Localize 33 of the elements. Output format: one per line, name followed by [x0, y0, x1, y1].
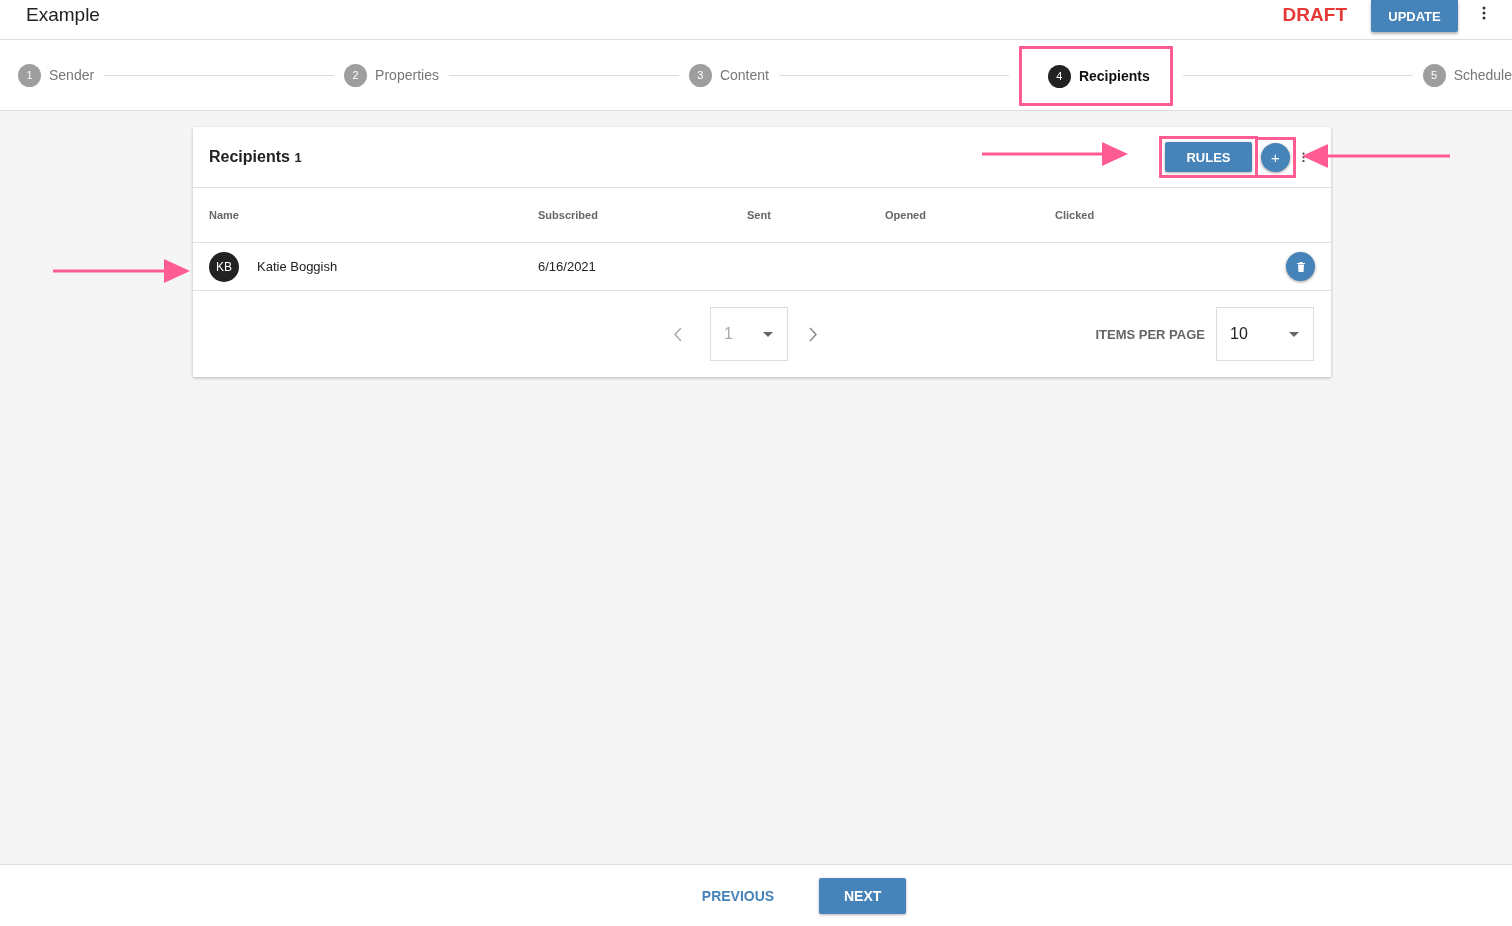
caret-icon	[1289, 331, 1299, 337]
chevron-left-icon	[673, 326, 682, 342]
column-header: Subscribed	[538, 209, 599, 221]
column-header: Opened	[885, 209, 927, 221]
items-per-page-select[interactable]: 10	[1216, 307, 1314, 361]
rules-button[interactable]: RULES	[1165, 142, 1252, 172]
caret-icon	[763, 331, 773, 337]
step-tab[interactable]: 4 Recipients	[1047, 64, 1150, 88]
update-button[interactable]: UPDATE	[1371, 0, 1458, 32]
trash-icon	[1296, 261, 1305, 272]
more-icon	[1482, 6, 1486, 20]
column-header: Clicked	[1055, 209, 1096, 221]
add-button[interactable]: +	[1261, 142, 1290, 172]
step-tab[interactable]: 5 Schedule	[1422, 63, 1512, 87]
avatar: KB	[209, 251, 239, 282]
step-tab[interactable]: 1 Sender	[18, 63, 95, 87]
next-page-button[interactable]	[809, 326, 818, 342]
previous-page-button[interactable]	[673, 326, 682, 342]
page-select[interactable]: 1	[710, 307, 788, 361]
chevron-right-icon	[809, 326, 818, 342]
card-title: Recipients 1	[209, 148, 302, 166]
table-cell: Katie Boggish	[257, 259, 338, 274]
column-header: Name	[209, 209, 240, 221]
delete-button[interactable]	[1286, 252, 1315, 281]
column-header: Sent	[747, 209, 772, 221]
items-per-page-label: ITEMS PER PAGE	[1095, 326, 1205, 342]
app-title: Example	[26, 4, 101, 26]
table-cell-text: 6/16/2021	[538, 259, 597, 274]
step-tab[interactable]: 2 Properties	[344, 63, 439, 87]
status-label: DRAFT	[1282, 4, 1347, 26]
previous-button[interactable]: PREVIOUS	[695, 886, 781, 905]
step-tab[interactable]: 3 Content	[688, 63, 769, 87]
next-button[interactable]: NEXT	[819, 877, 907, 914]
